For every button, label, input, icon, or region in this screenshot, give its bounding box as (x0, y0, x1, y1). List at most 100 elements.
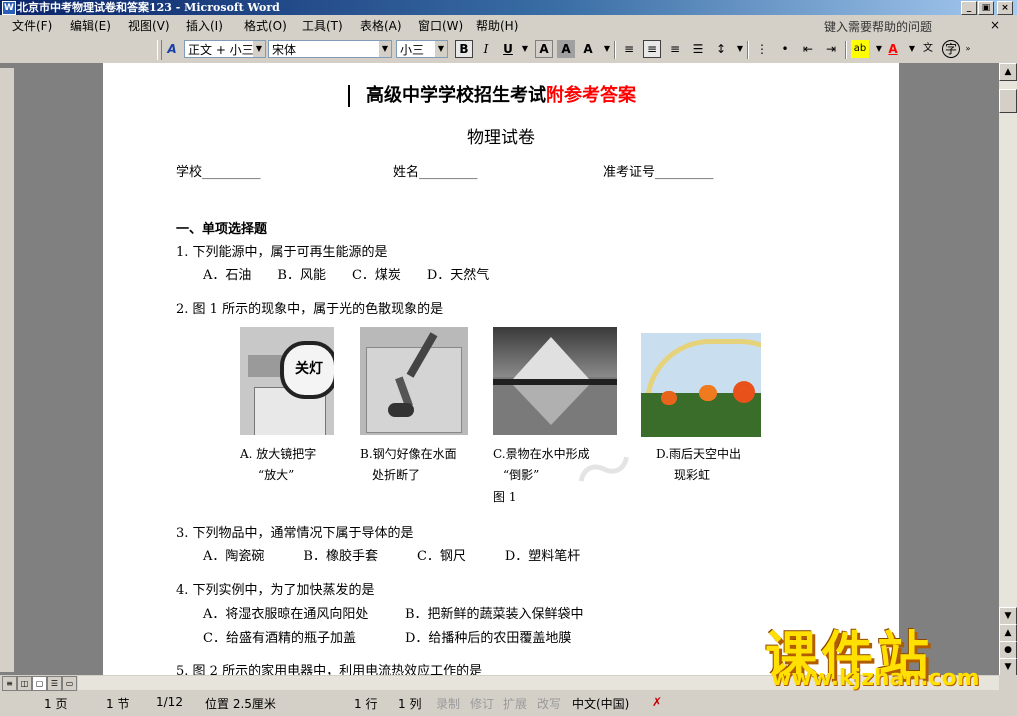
question-4-option-c: C．给盛有酒精的瓶子加盖 (203, 631, 356, 646)
question-1-options: A．石油 B．风能 C．煤炭 D．天然气 (203, 268, 490, 283)
caption-line: D.雨后天空中出 (656, 447, 742, 461)
toolbar-options-icon[interactable]: » (963, 40, 973, 58)
logo-url: www.kjzhan.com (771, 666, 980, 691)
caption-line: 处折断了 (372, 468, 421, 482)
question-4-option-a: A．将湿衣服晾在通风向阳处 (203, 607, 369, 622)
status-extend[interactable]: 扩展 (503, 695, 527, 712)
underline-button[interactable]: U (499, 40, 517, 58)
align-center-icon[interactable]: ≡ (643, 40, 661, 58)
bold-button[interactable]: B (455, 40, 473, 58)
figure-c-reflection-image (493, 327, 617, 435)
status-track-changes[interactable]: 修订 (470, 695, 494, 712)
figure-label: 图 1 (493, 490, 517, 504)
font-select[interactable]: 宋体 ▼ (268, 40, 392, 58)
menu-file[interactable]: 文件(F) (12, 18, 52, 34)
title-red-text: 附参考答案 (546, 85, 636, 106)
line-spacing-icon[interactable]: ↕ (712, 40, 730, 58)
font-size-select[interactable]: 小三 ▼ (396, 40, 448, 58)
status-record[interactable]: 录制 (436, 695, 460, 712)
align-right-icon[interactable]: ≡ (666, 40, 684, 58)
magnifier-lens: 关灯 (280, 341, 334, 399)
question-5-stem: 5. 图 2 所示的家用电器中，利用电流热效应工作的是 (176, 664, 483, 675)
scroll-down-icon[interactable]: ▼ (999, 607, 1017, 625)
word-app-icon[interactable]: W (2, 1, 16, 15)
minimize-button[interactable]: _ (961, 1, 977, 15)
document-subtitle: 物理试卷 (467, 128, 535, 148)
enclose-characters-icon[interactable]: 字 (942, 40, 960, 58)
web-view-icon[interactable]: ◫ (17, 676, 32, 691)
toolbar-separator (614, 41, 616, 59)
menu-table[interactable]: 表格(A) (360, 18, 402, 34)
toolbar-grip[interactable] (157, 40, 162, 60)
document-close-icon[interactable]: × (990, 18, 1000, 32)
figure-d-rainbow-image (641, 333, 761, 437)
status-language: 中文(中国) (572, 697, 630, 711)
menu-help[interactable]: 帮助(H) (476, 18, 518, 34)
decrease-indent-icon[interactable]: ⇤ (799, 40, 817, 58)
menu-edit[interactable]: 编辑(E) (70, 18, 111, 34)
status-position: 位置 2.5厘米 (205, 697, 276, 711)
status-section: 1 节 (106, 697, 130, 711)
title-bar: W 北京市中考物理试卷和答案123 - Microsoft Word _ ▣ × (0, 0, 1017, 15)
print-view-icon[interactable]: ▢ (32, 676, 47, 691)
chevron-down-icon[interactable]: ▼ (435, 41, 447, 57)
character-border-icon[interactable]: A (535, 40, 553, 58)
workspace-right (899, 63, 999, 675)
numbering-icon[interactable]: ⋮ (753, 40, 771, 58)
next-page-icon[interactable]: ▼ (999, 658, 1017, 676)
chevron-down-icon[interactable]: ▼ (516, 40, 534, 58)
title-black-text: 高级中学学校招生考试 (366, 85, 546, 106)
menu-format[interactable]: 格式(O) (244, 18, 287, 34)
figure-a-caption: A. 放大镜把字 “放大” (240, 444, 316, 486)
justify-icon[interactable]: ≡ (620, 40, 638, 58)
close-button[interactable]: × (997, 1, 1013, 15)
menu-insert[interactable]: 插入(I) (186, 18, 223, 34)
scroll-thumb[interactable] (999, 89, 1017, 113)
previous-page-icon[interactable]: ▲ (999, 624, 1017, 642)
vertical-ruler (0, 68, 14, 672)
menu-window[interactable]: 窗口(W) (418, 18, 463, 34)
document-page[interactable]: 〜 高级中学学校招生考试附参考答案 物理试卷 学校_________ 姓名___… (103, 63, 899, 675)
style-select[interactable]: 正文 + 小三 ▼ (184, 40, 266, 58)
menu-view[interactable]: 视图(V) (128, 18, 170, 34)
caption-line: A. 放大镜把字 (240, 447, 317, 461)
reading-view-icon[interactable]: ▭ (62, 676, 77, 691)
character-shading-icon[interactable]: A (557, 40, 575, 58)
figure-d-caption: D.雨后天空中出现彩虹 (656, 444, 741, 486)
window-title: 北京市中考物理试卷和答案123 - Microsoft Word (17, 1, 280, 14)
character-scaling-icon[interactable]: A (579, 40, 597, 58)
caption-line: 现彩虹 (674, 468, 711, 482)
status-bar: 1 页 1 节 1/12 位置 2.5厘米 1 行 1 列 录制 修订 扩展 改… (0, 691, 1017, 716)
highlight-icon[interactable]: ab (851, 40, 869, 58)
bullets-icon[interactable]: • (776, 40, 794, 58)
question-4-stem: 4. 下列实例中，为了加快蒸发的是 (176, 583, 375, 598)
spelling-status-icon[interactable]: ✗ (652, 695, 662, 709)
chevron-down-icon[interactable]: ▼ (379, 41, 391, 57)
phonetic-guide-icon[interactable]: 文 (919, 40, 937, 58)
distributed-align-icon[interactable]: ☰ (689, 40, 707, 58)
exam-number-field: 准考证号_________ (603, 165, 714, 180)
caption-line: “倒影” (503, 468, 540, 482)
normal-view-icon[interactable]: ≡ (2, 676, 17, 691)
styles-pane-icon[interactable]: A (163, 40, 181, 58)
restore-button[interactable]: ▣ (978, 1, 994, 15)
menu-tools[interactable]: 工具(T) (302, 18, 343, 34)
flower (661, 391, 677, 405)
scroll-up-icon[interactable]: ▲ (999, 63, 1017, 81)
vertical-scrollbar[interactable]: ▲ ▼ ▲ ● ▼ (999, 63, 1017, 676)
outline-view-icon[interactable]: ☰ (47, 676, 62, 691)
toolbar-separator (747, 41, 749, 59)
name-field: 姓名_________ (393, 165, 478, 180)
select-browse-object-icon[interactable]: ● (999, 641, 1017, 659)
question-1-stem: 1. 下列能源中，属于可再生能源的是 (176, 245, 388, 260)
mountain (513, 337, 589, 379)
font-color-icon[interactable]: A (884, 40, 902, 58)
question-4-option-d: D．给播种后的农田覆盖地膜 (405, 631, 572, 646)
status-overtype[interactable]: 改写 (537, 695, 561, 712)
status-page: 1 页 (44, 697, 68, 711)
increase-indent-icon[interactable]: ⇥ (822, 40, 840, 58)
status-page-count: 1/12 (156, 695, 183, 709)
chevron-down-icon[interactable]: ▼ (253, 41, 265, 57)
help-search-input[interactable]: 键入需要帮助的问题 (824, 18, 984, 34)
italic-button[interactable]: I (477, 40, 495, 58)
